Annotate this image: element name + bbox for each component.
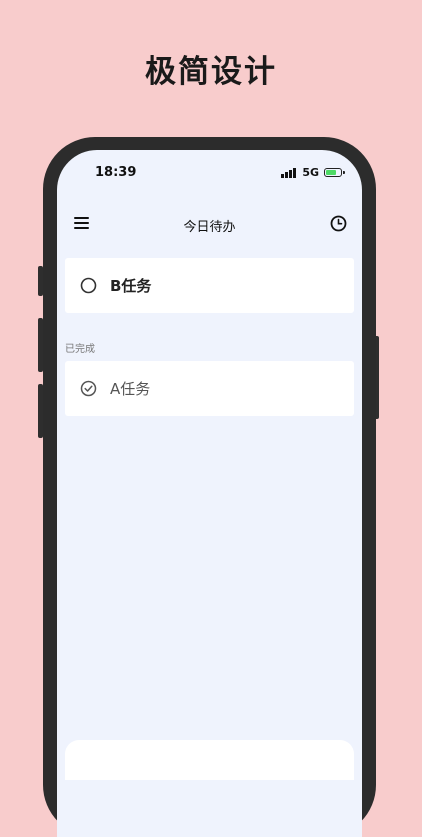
battery-icon [324,168,345,177]
completed-item[interactable]: A任务 [65,361,354,416]
clock-icon[interactable] [330,215,347,232]
bottom-input-bar[interactable] [65,740,354,780]
status-indicators: 5G [281,166,345,179]
app-bar: 今日待办 [57,212,362,238]
check-circle-icon[interactable] [80,380,97,397]
phone-frame: 18:39 5G 今日待办 B任务 已完成 A任务 [43,137,376,837]
signal-icon [281,167,297,178]
completed-item-label: A任务 [110,380,151,398]
completed-section-header: 已完成 [65,344,95,355]
page-title: 今日待办 [183,220,236,235]
empty-circle-icon[interactable] [80,277,97,294]
promo-headline: 极简设计 [145,54,277,90]
status-bar: 18:39 5G [57,165,362,183]
status-time: 18:39 [95,165,137,180]
todo-item-label: B任务 [110,277,152,295]
network-type: 5G [302,166,319,179]
todo-item[interactable]: B任务 [65,258,354,313]
phone-screen: 18:39 5G 今日待办 B任务 已完成 A任务 [57,150,362,837]
